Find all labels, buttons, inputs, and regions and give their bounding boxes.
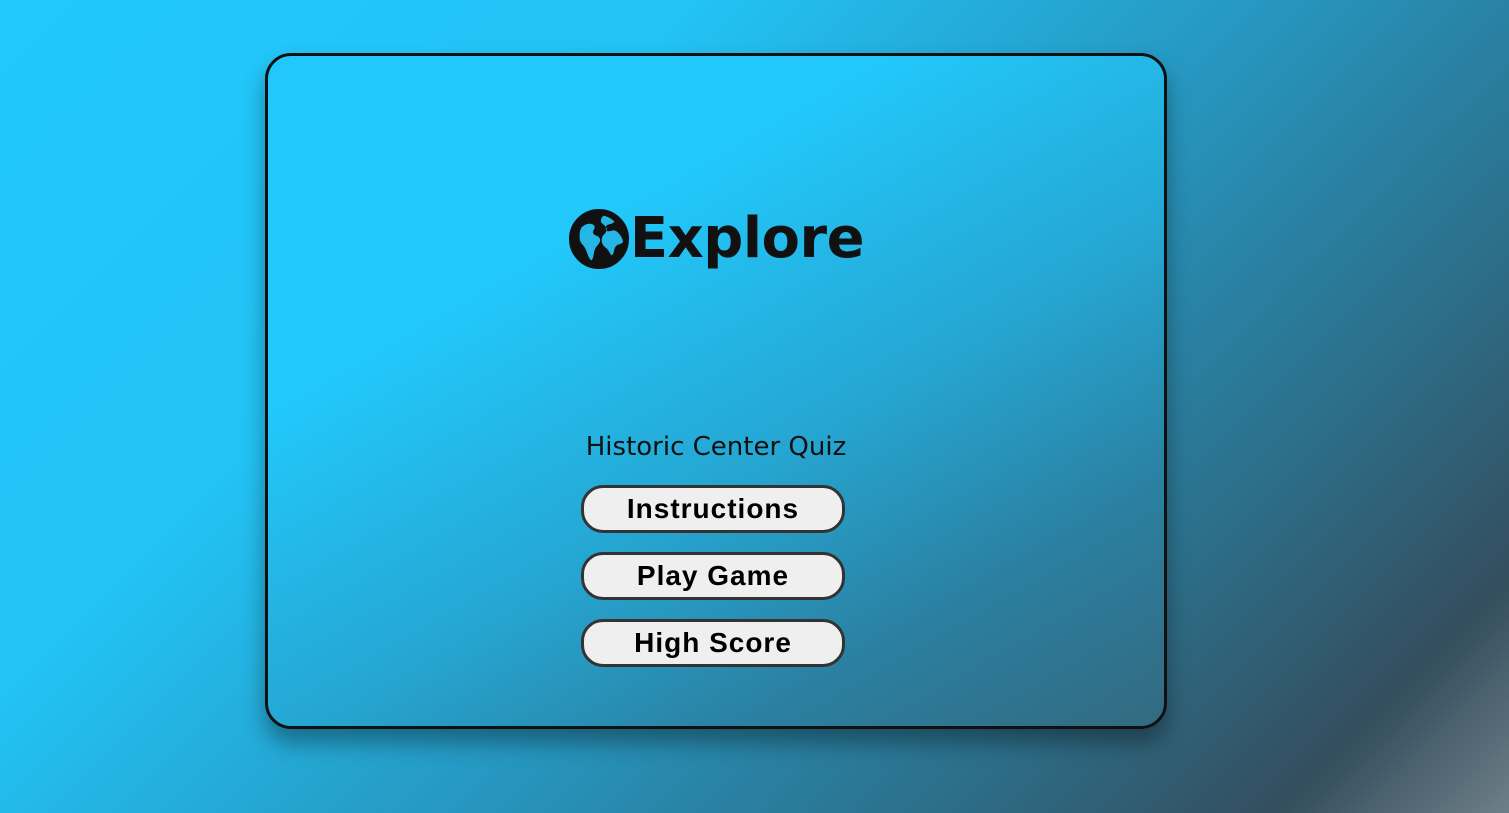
quiz-subtitle: Historic Center Quiz	[585, 432, 847, 462]
app-title: Explore	[629, 206, 865, 271]
high-score-button[interactable]: High Score	[581, 619, 845, 667]
menu-card: Explore Historic Center Quiz Instruction…	[265, 53, 1167, 729]
app-logo: Explore	[268, 208, 1164, 270]
play-game-button[interactable]: Play Game	[581, 552, 845, 600]
globe-icon	[568, 208, 630, 270]
instructions-button[interactable]: Instructions	[581, 485, 845, 533]
